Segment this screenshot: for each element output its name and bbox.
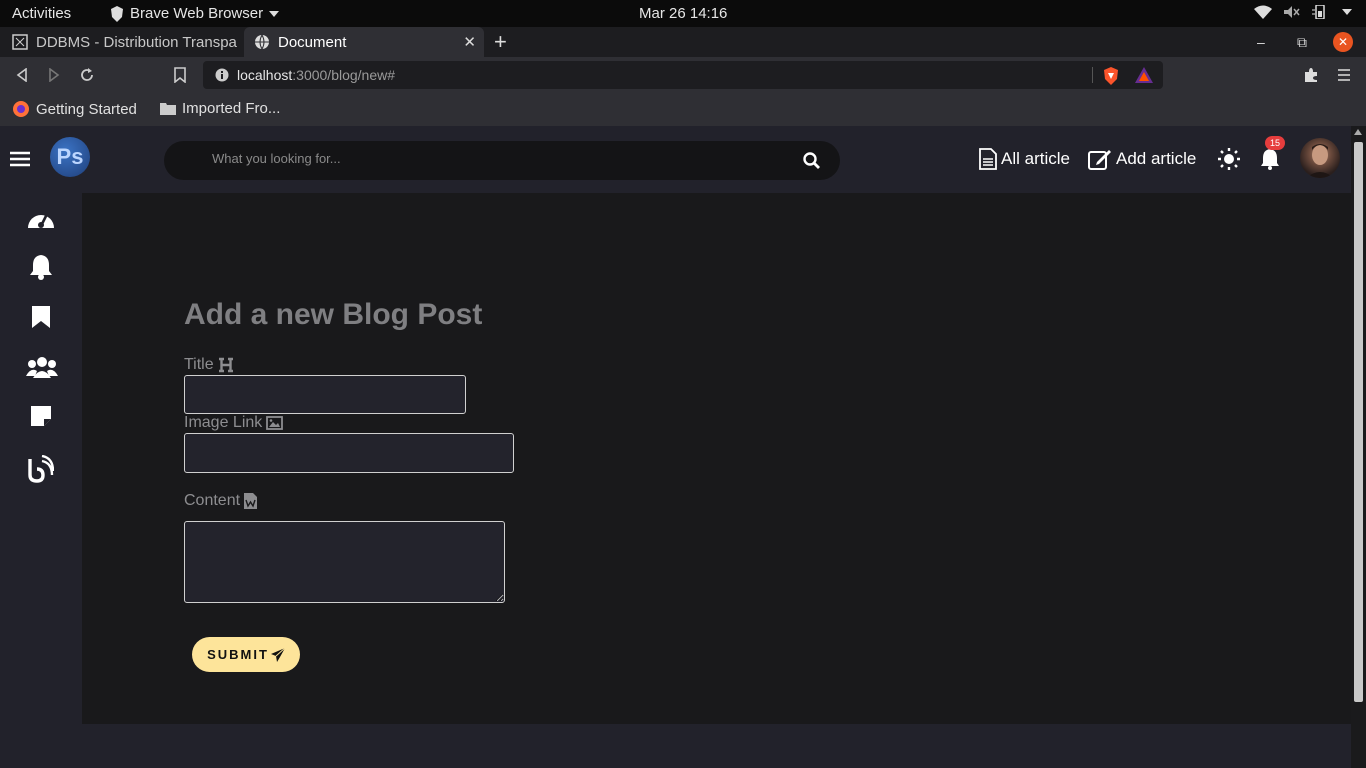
paper-plane-icon (270, 647, 285, 662)
heading-icon (218, 357, 233, 373)
activities-button[interactable]: Activities (12, 5, 71, 22)
image-icon (266, 416, 284, 430)
edit-icon (1088, 150, 1111, 170)
tab-label: DDBMS - Distribution Transpa (36, 33, 237, 51)
brave-shields-icon[interactable] (1103, 67, 1119, 85)
app-menu[interactable]: Brave Web Browser (110, 5, 280, 22)
content-label-text: Content (184, 492, 241, 509)
maximize-button[interactable]: ⧉ (1297, 27, 1307, 57)
firefox-icon (13, 101, 29, 117)
app-name: Brave Web Browser (130, 5, 264, 22)
notification-badge: 15 (1265, 136, 1285, 150)
footer (82, 724, 1351, 768)
avatar-image (1306, 144, 1334, 178)
minimize-button[interactable]: – (1257, 27, 1265, 57)
content-label: Content (184, 492, 258, 510)
submit-label: SUBMIT (207, 647, 269, 662)
scrollbar-thumb[interactable] (1354, 142, 1363, 702)
address-bar[interactable]: localhost:3000/blog/new# (203, 61, 1163, 89)
dashboard-icon[interactable] (26, 206, 56, 230)
content-textarea[interactable] (184, 521, 505, 603)
bookmark-label: Getting Started (36, 100, 137, 118)
bookmark-getting-started[interactable]: Getting Started (12, 100, 137, 118)
bookmark-imported-folder[interactable]: Imported Fro... (160, 100, 280, 117)
clock[interactable]: Mar 26 14:16 (639, 5, 727, 22)
tab-document[interactable]: Document ✕ (244, 27, 484, 57)
menu-icon[interactable] (1338, 69, 1350, 81)
all-article-link[interactable]: All article (979, 148, 1070, 170)
battery-icon (1312, 5, 1325, 19)
notification-bell-icon[interactable] (1260, 148, 1280, 170)
sticky-note-icon[interactable] (30, 405, 52, 427)
tab-ddbms[interactable]: DDBMS - Distribution Transpa (0, 27, 244, 57)
bookmarks-bar: Getting Started Imported Fro... (0, 93, 1366, 126)
divider (1092, 67, 1093, 83)
app-header: Ps All article Add article 15 (0, 126, 1351, 193)
add-article-label: Add article (1116, 149, 1197, 168)
sidebar (0, 193, 82, 768)
theme-toggle-sun-icon[interactable] (1218, 148, 1240, 170)
submit-button[interactable]: SUBMIT (192, 637, 300, 672)
site-info-icon[interactable] (215, 68, 229, 82)
file-icon (979, 148, 997, 170)
bell-icon[interactable] (29, 254, 53, 280)
image-link-label: Image Link (184, 414, 284, 432)
url-path: :3000/blog/new# (292, 67, 396, 83)
image-link-label-text: Image Link (184, 414, 263, 431)
form-heading: Add a new Blog Post (184, 298, 483, 331)
brave-rewards-icon[interactable] (1135, 67, 1153, 83)
browser-toolbar: localhost:3000/blog/new# (0, 57, 1366, 93)
url-text: localhost:3000/blog/new# (237, 67, 395, 83)
app-logo[interactable]: Ps (50, 137, 90, 177)
add-article-link[interactable]: Add article (1088, 148, 1196, 170)
volume-icon (1284, 6, 1300, 18)
favicon-icon (12, 34, 28, 50)
wifi-icon (1254, 5, 1272, 19)
all-article-label: All article (1001, 149, 1070, 168)
bookmark-label: Imported Fro... (182, 100, 281, 117)
extensions-icon[interactable] (1303, 67, 1319, 83)
page-scrollbar[interactable] (1351, 126, 1366, 768)
reload-icon[interactable] (79, 67, 95, 83)
back-icon[interactable] (16, 68, 28, 82)
forward-icon[interactable] (48, 68, 60, 82)
chevron-down-icon (1342, 9, 1352, 15)
search-icon[interactable] (803, 152, 820, 169)
blog-icon[interactable] (28, 455, 54, 483)
tab-label: Document (278, 33, 347, 51)
chevron-down-icon (269, 10, 280, 17)
user-avatar[interactable] (1300, 138, 1340, 178)
search-input[interactable] (212, 151, 772, 166)
close-tab-icon[interactable]: ✕ (463, 33, 476, 51)
globe-icon (255, 34, 269, 50)
title-label-text: Title (184, 356, 214, 373)
folder-icon (160, 103, 176, 115)
new-tab-button[interactable]: + (494, 29, 507, 55)
scroll-up-arrow[interactable] (1354, 129, 1362, 135)
bookmark-icon[interactable] (31, 305, 51, 329)
brave-logo-icon (111, 5, 123, 22)
image-link-input[interactable] (184, 433, 514, 473)
close-window-button[interactable]: ✕ (1333, 27, 1353, 57)
word-file-icon (244, 493, 258, 509)
system-tray[interactable] (1254, 5, 1352, 19)
os-top-bar: Activities Brave Web Browser Mar 26 14:1… (0, 0, 1366, 27)
search-bar (164, 141, 840, 180)
tab-strip: DDBMS - Distribution Transpa Document ✕ … (0, 27, 1366, 57)
url-host: localhost (237, 67, 293, 83)
title-input[interactable] (184, 375, 466, 414)
title-label: Title (184, 356, 234, 374)
users-icon[interactable] (26, 356, 58, 378)
bookmark-page-icon[interactable] (174, 67, 186, 83)
hamburger-menu-icon[interactable] (10, 151, 30, 167)
close-icon: ✕ (1333, 32, 1353, 52)
